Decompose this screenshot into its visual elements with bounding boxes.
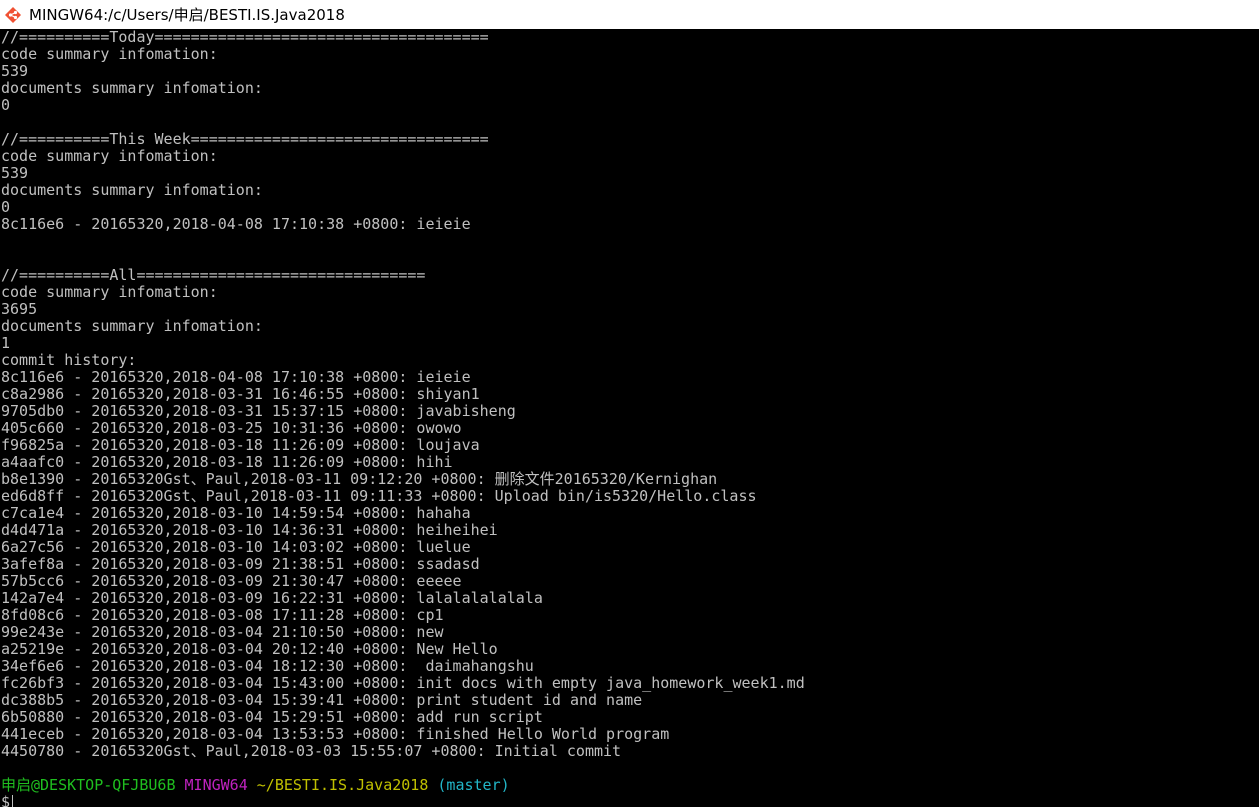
- commit-line: a25219e - 20165320,2018-03-04 20:12:40 +…: [1, 640, 498, 658]
- prompt-path: ~/BESTI.IS.Java2018: [256, 776, 429, 794]
- commit-line: 8fd08c6 - 20165320,2018-03-08 17:11:28 +…: [1, 606, 444, 624]
- shell-prompt: 申启@DESKTOP-QFJBU6B MINGW64 ~/BESTI.IS.Ja…: [1, 777, 1259, 794]
- commit-line: 4450780 - 20165320Gst、Paul,2018-03-03 15…: [1, 742, 622, 760]
- today-code-value: 539: [1, 62, 29, 80]
- week-docs-label: documents summary infomation:: [1, 181, 263, 199]
- commit-history-label: commit history:: [1, 351, 137, 369]
- week-header: //==========This Week===================…: [1, 130, 489, 148]
- today-docs-value: 0: [1, 96, 11, 114]
- week-docs-value: 0: [1, 198, 11, 216]
- prompt-symbol: $: [1, 793, 11, 807]
- commit-line: 99e243e - 20165320,2018-03-04 21:10:50 +…: [1, 623, 444, 641]
- commit-line: b8e1390 - 20165320Gst、Paul,2018-03-11 09…: [1, 470, 718, 488]
- week-code-label: code summary infomation:: [1, 147, 218, 165]
- commit-line: 405c660 - 20165320,2018-03-25 10:31:36 +…: [1, 419, 462, 437]
- commit-line: 3afef8a - 20165320,2018-03-09 21:38:51 +…: [1, 555, 480, 573]
- commit-line: 6b50880 - 20165320,2018-03-04 15:29:51 +…: [1, 708, 543, 726]
- all-header: //==========All=========================…: [1, 266, 426, 284]
- prompt-branch: (master): [437, 776, 510, 794]
- all-code-label: code summary infomation:: [1, 283, 218, 301]
- terminal-output[interactable]: //==========Today=======================…: [0, 29, 1259, 807]
- today-docs-label: documents summary infomation:: [1, 79, 263, 97]
- commit-line: fc26bf3 - 20165320,2018-03-04 15:43:00 +…: [1, 674, 805, 692]
- all-docs-label: documents summary infomation:: [1, 317, 263, 335]
- commit-line: 441eceb - 20165320,2018-03-04 13:53:53 +…: [1, 725, 670, 743]
- commit-line: 34ef6e6 - 20165320,2018-03-04 18:12:30 +…: [1, 657, 534, 675]
- commit-line: 9705db0 - 20165320,2018-03-31 15:37:15 +…: [1, 402, 516, 420]
- commit-line: c7ca1e4 - 20165320,2018-03-10 14:59:54 +…: [1, 504, 471, 522]
- commit-line: 142a7e4 - 20165320,2018-03-09 16:22:31 +…: [1, 589, 543, 607]
- commit-line: ed6d8ff - 20165320Gst、Paul,2018-03-11 09…: [1, 487, 757, 505]
- text-cursor: [12, 795, 14, 807]
- commit-line: 6a27c56 - 20165320,2018-03-10 14:03:02 +…: [1, 538, 471, 556]
- commit-line: dc388b5 - 20165320,2018-03-04 15:39:41 +…: [1, 691, 643, 709]
- all-docs-value: 1: [1, 334, 11, 352]
- week-code-value: 539: [1, 164, 29, 182]
- commit-line: 8c116e6 - 20165320,2018-04-08 17:10:38 +…: [1, 368, 471, 386]
- commit-line: c8a2986 - 20165320,2018-03-31 16:46:55 +…: [1, 385, 480, 403]
- command-input-line[interactable]: $: [1, 794, 1259, 807]
- commit-line: 57b5cc6 - 20165320,2018-03-09 21:30:47 +…: [1, 572, 462, 590]
- git-bash-icon: [4, 6, 22, 24]
- terminal-window: MINGW64:/c/Users/申启/BESTI.IS.Java2018 //…: [0, 0, 1259, 807]
- prompt-user-host: 申启@DESKTOP-QFJBU6B: [1, 776, 176, 794]
- commit-line: a4aafc0 - 20165320,2018-03-18 11:26:09 +…: [1, 453, 453, 471]
- all-code-value: 3695: [1, 300, 38, 318]
- title-bar[interactable]: MINGW64:/c/Users/申启/BESTI.IS.Java2018: [0, 0, 1259, 29]
- week-commit-line: 8c116e6 - 20165320,2018-04-08 17:10:38 +…: [1, 215, 471, 233]
- today-code-label: code summary infomation:: [1, 45, 218, 63]
- window-title: MINGW64:/c/Users/申启/BESTI.IS.Java2018: [29, 6, 345, 24]
- commit-history-list: 8c116e6 - 20165320,2018-04-08 17:10:38 +…: [1, 369, 1259, 760]
- commit-line: d4d471a - 20165320,2018-03-10 14:36:31 +…: [1, 521, 498, 539]
- prompt-system: MINGW64: [184, 776, 248, 794]
- commit-line: f96825a - 20165320,2018-03-18 11:26:09 +…: [1, 436, 480, 454]
- today-header: //==========Today=======================…: [1, 29, 489, 46]
